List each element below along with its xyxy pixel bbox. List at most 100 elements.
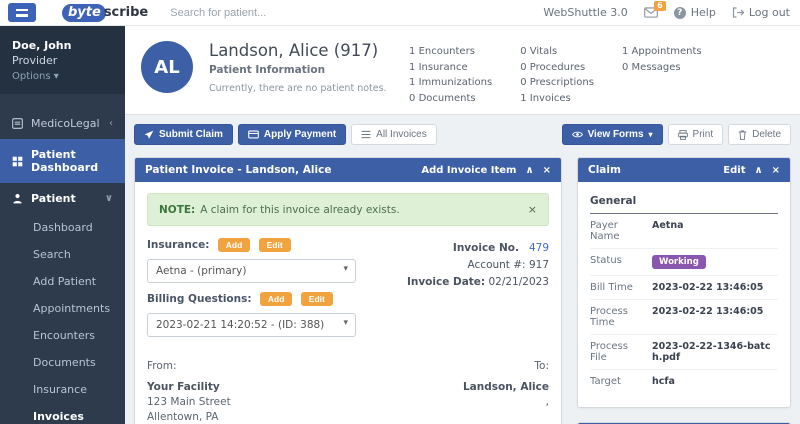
help-icon: ?	[674, 7, 686, 19]
billing-questions-add-button[interactable]: Add	[260, 292, 293, 306]
submit-claim-button[interactable]: Submit Claim	[134, 124, 233, 145]
sidebar-item-patient-dashboard[interactable]: Patient Dashboard	[0, 139, 125, 183]
menu-toggle-button[interactable]	[8, 3, 36, 22]
to-block: To: Landson, Alice ,	[463, 359, 549, 424]
sidebar-item-documents[interactable]: Documents	[0, 349, 125, 376]
claim-field-bill-time: Bill Time 2023-02-22 13:46:05	[590, 276, 778, 300]
insurance-add-button[interactable]: Add	[218, 238, 251, 252]
close-icon[interactable]: ×	[772, 165, 780, 176]
account-label: Account #:	[468, 259, 526, 271]
view-forms-icon	[572, 130, 583, 139]
logo-byte: byte	[62, 4, 106, 22]
stat-invoices[interactable]: 1 Invoices	[520, 91, 594, 107]
caret-down-icon: ▾	[649, 130, 653, 139]
stat-vitals[interactable]: 0 Vitals	[520, 44, 594, 60]
from-name: Your Facility	[147, 380, 231, 395]
all-invoices-button[interactable]: All Invoices	[351, 124, 437, 145]
paper-plane-icon	[144, 130, 154, 140]
claim-field-process-time: Process Time 2023-02-22 13:46:05	[590, 300, 778, 335]
sidebar-item-appointments[interactable]: Appointments	[0, 295, 125, 322]
sidebar-item-label: Insurance	[33, 383, 87, 396]
logout-icon	[732, 7, 744, 18]
sidebar-item-search[interactable]: Search	[0, 241, 125, 268]
from-block: From: Your Facility 123 Main Street Alle…	[147, 359, 231, 424]
insurance-edit-button[interactable]: Edit	[259, 238, 291, 252]
stat-documents[interactable]: 0 Documents	[409, 91, 492, 107]
help-button[interactable]: ? Help	[674, 6, 716, 19]
invoice-date-value: 02/21/2023	[488, 276, 549, 288]
sidebar-item-label: Add Patient	[33, 275, 96, 288]
patient-invoice-panel-header: Patient Invoice - Landson, Alice Add Inv…	[135, 158, 561, 182]
sidebar-item-medicolegal[interactable]: MedicoLegal ‹	[0, 108, 125, 139]
invoice-no-link[interactable]: 479	[529, 242, 549, 254]
hamburger-icon	[16, 9, 28, 17]
billing-questions-label: Billing Questions:	[147, 293, 252, 305]
stat-insurance[interactable]: 1 Insurance	[409, 60, 492, 76]
insurance-label: Insurance:	[147, 239, 209, 251]
collapse-icon[interactable]: ∧	[754, 165, 762, 176]
patient-invoice-panel: Patient Invoice - Landson, Alice Add Inv…	[134, 157, 562, 424]
delete-button[interactable]: Delete	[728, 124, 791, 145]
stat-encounters[interactable]: 1 Encounters	[409, 44, 492, 60]
collapse-icon[interactable]: ∧	[525, 165, 533, 176]
claim-edit-button[interactable]: Edit	[723, 165, 745, 176]
right-column: Claim Edit ∧ × General Payer Name Aetna	[577, 157, 791, 424]
stat-messages[interactable]: 0 Messages	[622, 60, 702, 76]
printer-icon	[678, 130, 688, 140]
billing-question-select[interactable]: 2023-02-21 14:20:52 - (ID: 388)	[147, 313, 356, 337]
messages-button[interactable]: 6	[644, 7, 658, 18]
app-logo[interactable]: bytescribe	[62, 4, 148, 22]
search-input[interactable]	[170, 7, 380, 19]
sidebar-item-label: Search	[33, 248, 71, 261]
logout-button[interactable]: Log out	[732, 6, 790, 19]
main-content: AL Landson, Alice (917) Patient Informat…	[125, 26, 800, 424]
from-address2: Allentown, PA	[147, 410, 231, 424]
billing-questions-edit-button[interactable]: Edit	[301, 292, 333, 306]
stat-procedures[interactable]: 0 Procedures	[520, 60, 594, 76]
invoice-no-label: Invoice No.	[453, 242, 519, 254]
sidebar-user-block: Doe, John Provider Options ▾	[0, 26, 125, 94]
sidebar-user-name: Doe, John	[12, 39, 113, 52]
chevron-left-icon: ‹	[109, 118, 113, 129]
trash-icon	[738, 130, 747, 140]
sidebar-item-patient[interactable]: Patient ∨	[0, 183, 125, 214]
sidebar-item-add-patient[interactable]: Add Patient	[0, 268, 125, 295]
topbar-right: WebShuttle 3.0 6 ? Help Log out	[543, 6, 790, 19]
print-button[interactable]: Print	[668, 124, 724, 145]
claim-field-process-file: Process File 2023-02-22-1346-batch.pdf	[590, 335, 778, 370]
logout-label: Log out	[749, 6, 790, 19]
insurance-select[interactable]: Aetna - (primary)	[147, 259, 356, 283]
sidebar-item-label: Documents	[33, 356, 96, 369]
add-invoice-item-button[interactable]: Add Invoice Item	[421, 165, 516, 176]
patient-header: AL Landson, Alice (917) Patient Informat…	[125, 26, 800, 115]
sidebar-options-dropdown[interactable]: Options ▾	[12, 71, 113, 82]
invoice-date-label: Invoice Date:	[407, 276, 485, 288]
apply-payment-button[interactable]: Apply Payment	[238, 124, 346, 145]
sidebar-item-label: Appointments	[33, 302, 110, 315]
sidebar-item-encounters[interactable]: Encounters	[0, 322, 125, 349]
stat-immunizations[interactable]: 1 Immunizations	[409, 75, 492, 91]
stat-appointments[interactable]: 1 Appointments	[622, 44, 702, 60]
close-icon[interactable]: ×	[543, 165, 551, 176]
to-name: Landson, Alice	[463, 380, 549, 395]
sidebar-item-dashboard[interactable]: Dashboard	[0, 214, 125, 241]
sidebar-item-insurance[interactable]: Insurance	[0, 376, 125, 403]
claim-field-payer: Payer Name Aetna	[590, 214, 778, 249]
claim-exists-note: NOTE: A claim for this invoice already e…	[147, 193, 549, 226]
stat-prescriptions[interactable]: 0 Prescriptions	[520, 75, 594, 91]
sidebar-item-invoices[interactable]: Invoices	[0, 403, 125, 424]
patient-stats: 1 Encounters 1 Insurance 1 Immunizations…	[409, 41, 702, 102]
note-label: NOTE:	[159, 204, 195, 216]
patient-notes: Currently, there are no patient notes.	[209, 83, 409, 94]
from-address1: 123 Main Street	[147, 395, 231, 410]
claim-panel: Claim Edit ∧ × General Payer Name Aetna	[577, 157, 791, 408]
sidebar-user-role: Provider	[12, 54, 113, 67]
sidebar: Doe, John Provider Options ▾ MedicoLegal…	[0, 26, 125, 424]
payment-icon	[248, 130, 259, 139]
claim-panel-header: Claim Edit ∧ ×	[578, 158, 790, 182]
to-label: To:	[463, 359, 549, 374]
view-forms-button[interactable]: View Forms ▾	[562, 124, 663, 145]
sidebar-item-label: MedicoLegal	[31, 117, 100, 130]
medicolegal-icon	[12, 118, 23, 129]
note-close-icon[interactable]: ×	[528, 203, 537, 216]
